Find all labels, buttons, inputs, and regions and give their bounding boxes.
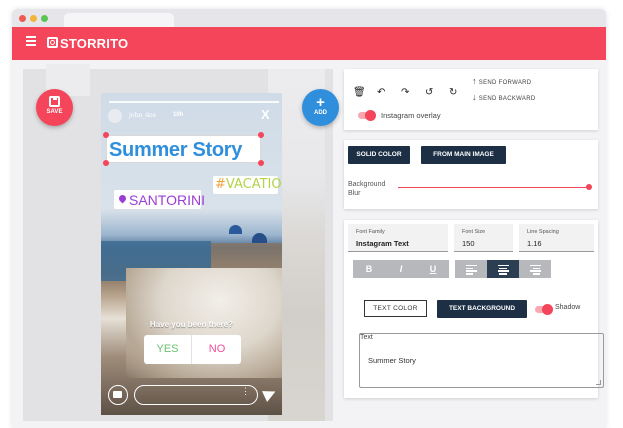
text-color-button[interactable]: TEXT COLOR bbox=[364, 300, 427, 317]
text-properties-panel: Font Family Instagram Text Font Size 150… bbox=[344, 220, 604, 398]
camera-icon bbox=[108, 385, 128, 405]
shadow-label: Shadow bbox=[555, 304, 581, 311]
send-message-field: ⋮ bbox=[134, 385, 258, 405]
align-left-icon bbox=[465, 263, 477, 276]
story-progress-bar bbox=[109, 101, 279, 103]
blue-dome bbox=[229, 225, 242, 234]
resize-handle[interactable] bbox=[103, 160, 109, 166]
send-forward-button[interactable]: ↑ SEND FORWARD bbox=[472, 76, 531, 86]
save-button[interactable]: SAVE bbox=[36, 89, 73, 126]
title-text-element[interactable]: Summer Story bbox=[106, 135, 261, 163]
story-time: 10h bbox=[173, 112, 184, 118]
arrow-down-icon: ↓ bbox=[472, 92, 477, 102]
save-button-label: SAVE bbox=[46, 109, 63, 115]
text-input[interactable]: Text Summer Story bbox=[359, 333, 604, 388]
resize-handle[interactable] bbox=[103, 132, 109, 138]
browser-window: STORRITO john_doe 10h X Summer Story #VA… bbox=[12, 9, 606, 428]
hashtag-symbol: # bbox=[215, 177, 226, 192]
font-family-field[interactable]: Font Family Instagram Text bbox=[348, 224, 448, 252]
avatar bbox=[108, 109, 122, 123]
bold-button[interactable]: B bbox=[353, 260, 385, 278]
arrow-up-icon: ↑ bbox=[472, 76, 477, 86]
location-pin-icon bbox=[117, 193, 128, 204]
element-toolbar-panel: 🗑 ↶ ↷ ↺ ↻ ↑ SEND FORWARD ↓ SEND BACKWARD… bbox=[344, 69, 598, 130]
background-blur-label: Background Blur bbox=[348, 181, 386, 197]
redo-icon[interactable]: ↷ bbox=[401, 87, 409, 98]
minimize-window-dot[interactable] bbox=[30, 15, 37, 22]
rotate-left-icon[interactable]: ↺ bbox=[425, 87, 433, 98]
story-username: john_doe bbox=[129, 112, 157, 119]
resize-handle[interactable] bbox=[258, 132, 264, 138]
from-main-image-button[interactable]: FROM MAIN IMAGE bbox=[421, 146, 506, 164]
align-center-button[interactable] bbox=[487, 260, 519, 278]
app-bar: STORRITO bbox=[12, 27, 606, 60]
align-right-icon bbox=[529, 263, 541, 276]
text-background-button[interactable]: TEXT BACKGROUND bbox=[437, 300, 527, 318]
poll-no-option[interactable]: NO bbox=[193, 335, 241, 364]
close-window-dot[interactable] bbox=[19, 15, 26, 22]
send-backward-button[interactable]: ↓ SEND BACKWARD bbox=[472, 92, 535, 102]
add-button-label: ADD bbox=[314, 110, 327, 116]
more-icon: ⋮ bbox=[241, 386, 250, 396]
background-blur-slider[interactable] bbox=[398, 187, 588, 188]
font-size-field[interactable]: Font Size 150 bbox=[454, 224, 513, 252]
shadow-toggle[interactable] bbox=[535, 304, 553, 315]
resize-handle-icon[interactable] bbox=[596, 380, 601, 385]
rotate-right-icon[interactable]: ↻ bbox=[449, 87, 457, 98]
align-left-button[interactable] bbox=[455, 260, 487, 278]
browser-tab[interactable] bbox=[64, 13, 174, 27]
align-center-icon bbox=[497, 263, 509, 276]
maximize-window-dot[interactable] bbox=[41, 15, 48, 22]
underline-button[interactable]: U bbox=[417, 260, 449, 278]
delete-icon[interactable]: 🗑 bbox=[353, 87, 366, 98]
brand-name: STORRITO bbox=[60, 36, 129, 51]
story-preview[interactable]: john_doe 10h X Summer Story #VACATION SA… bbox=[101, 93, 282, 415]
background-panel: SOLID COLOR FROM MAIN IMAGE Background B… bbox=[344, 140, 598, 209]
add-button[interactable]: + ADD bbox=[302, 89, 339, 126]
poll-sticker[interactable]: YES NO bbox=[144, 335, 241, 364]
poll-yes-option[interactable]: YES bbox=[144, 335, 192, 364]
logo-icon bbox=[47, 37, 58, 48]
location-text: SANTORINI bbox=[129, 192, 205, 208]
text-input-label: Text bbox=[360, 334, 373, 341]
italic-button[interactable]: I bbox=[385, 260, 417, 278]
line-spacing-field[interactable]: Line Spacing 1.16 bbox=[519, 224, 594, 252]
instagram-overlay-toggle[interactable] bbox=[358, 110, 376, 121]
undo-icon[interactable]: ↶ bbox=[377, 87, 385, 98]
resize-handle[interactable] bbox=[258, 160, 264, 166]
blue-dome bbox=[252, 233, 267, 243]
hashtag-sticker[interactable]: #VACATION bbox=[213, 176, 282, 194]
blur-slider-thumb[interactable] bbox=[586, 184, 592, 190]
instagram-overlay-label: Instagram overlay bbox=[381, 111, 441, 120]
align-right-button[interactable] bbox=[519, 260, 551, 278]
location-sticker[interactable]: SANTORINI bbox=[114, 190, 205, 209]
hamburger-menu-icon[interactable] bbox=[26, 36, 36, 48]
story-title: Summer Story bbox=[109, 139, 243, 161]
close-icon[interactable]: X bbox=[261, 107, 270, 122]
plus-icon: + bbox=[316, 94, 325, 111]
browser-chrome bbox=[12, 9, 606, 27]
floppy-disk-icon bbox=[49, 96, 60, 107]
send-icon bbox=[262, 386, 278, 402]
text-input-value: Summer Story bbox=[368, 356, 416, 365]
solid-color-button[interactable]: SOLID COLOR bbox=[348, 146, 410, 164]
hashtag-text: VACATION bbox=[225, 177, 282, 192]
poll-question: Have you been there? bbox=[149, 320, 234, 329]
